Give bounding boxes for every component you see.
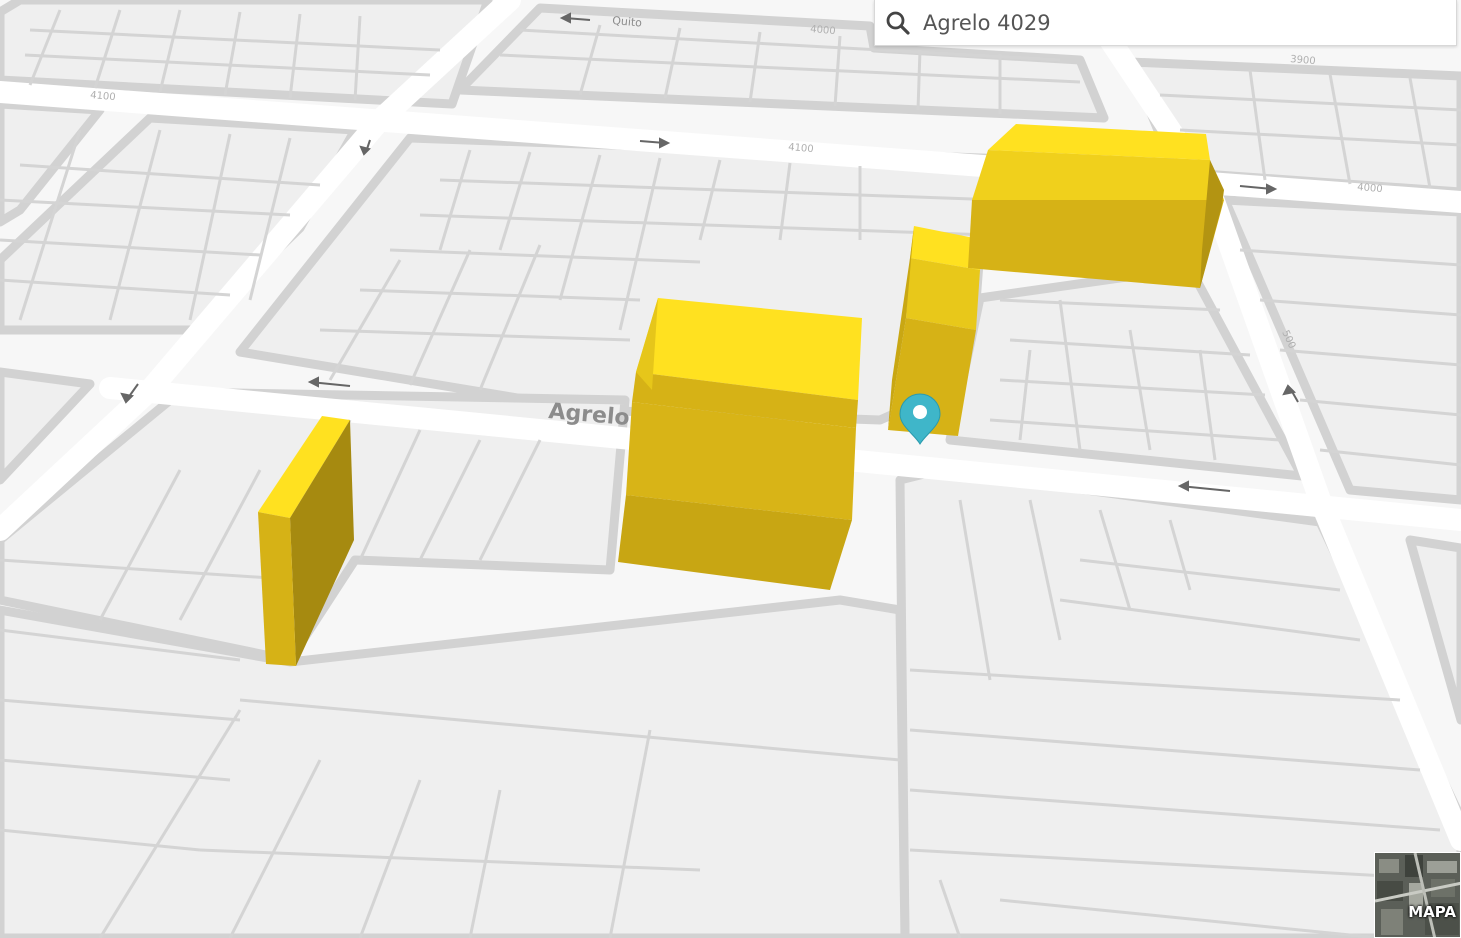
- street-label-quito: Quito: [612, 14, 643, 30]
- house-number: 4000: [810, 24, 836, 37]
- search-bar: [874, 0, 1457, 46]
- search-icon[interactable]: [885, 10, 911, 36]
- building-right[interactable]: [968, 124, 1224, 288]
- house-number: 4100: [90, 90, 116, 103]
- map-canvas[interactable]: Agrelo Quito 4100 4100 4000 4000 500 390…: [0, 0, 1461, 938]
- house-number: 3900: [1290, 54, 1316, 67]
- layer-toggle-label: MAPA: [1408, 903, 1456, 921]
- house-number: 4100: [788, 142, 814, 155]
- search-input[interactable]: [923, 10, 1423, 35]
- map-layer-toggle[interactable]: MAPA: [1374, 852, 1461, 938]
- satellite-thumbnail: [1375, 853, 1460, 937]
- house-number: 4000: [1357, 182, 1383, 195]
- building-center[interactable]: [618, 298, 862, 590]
